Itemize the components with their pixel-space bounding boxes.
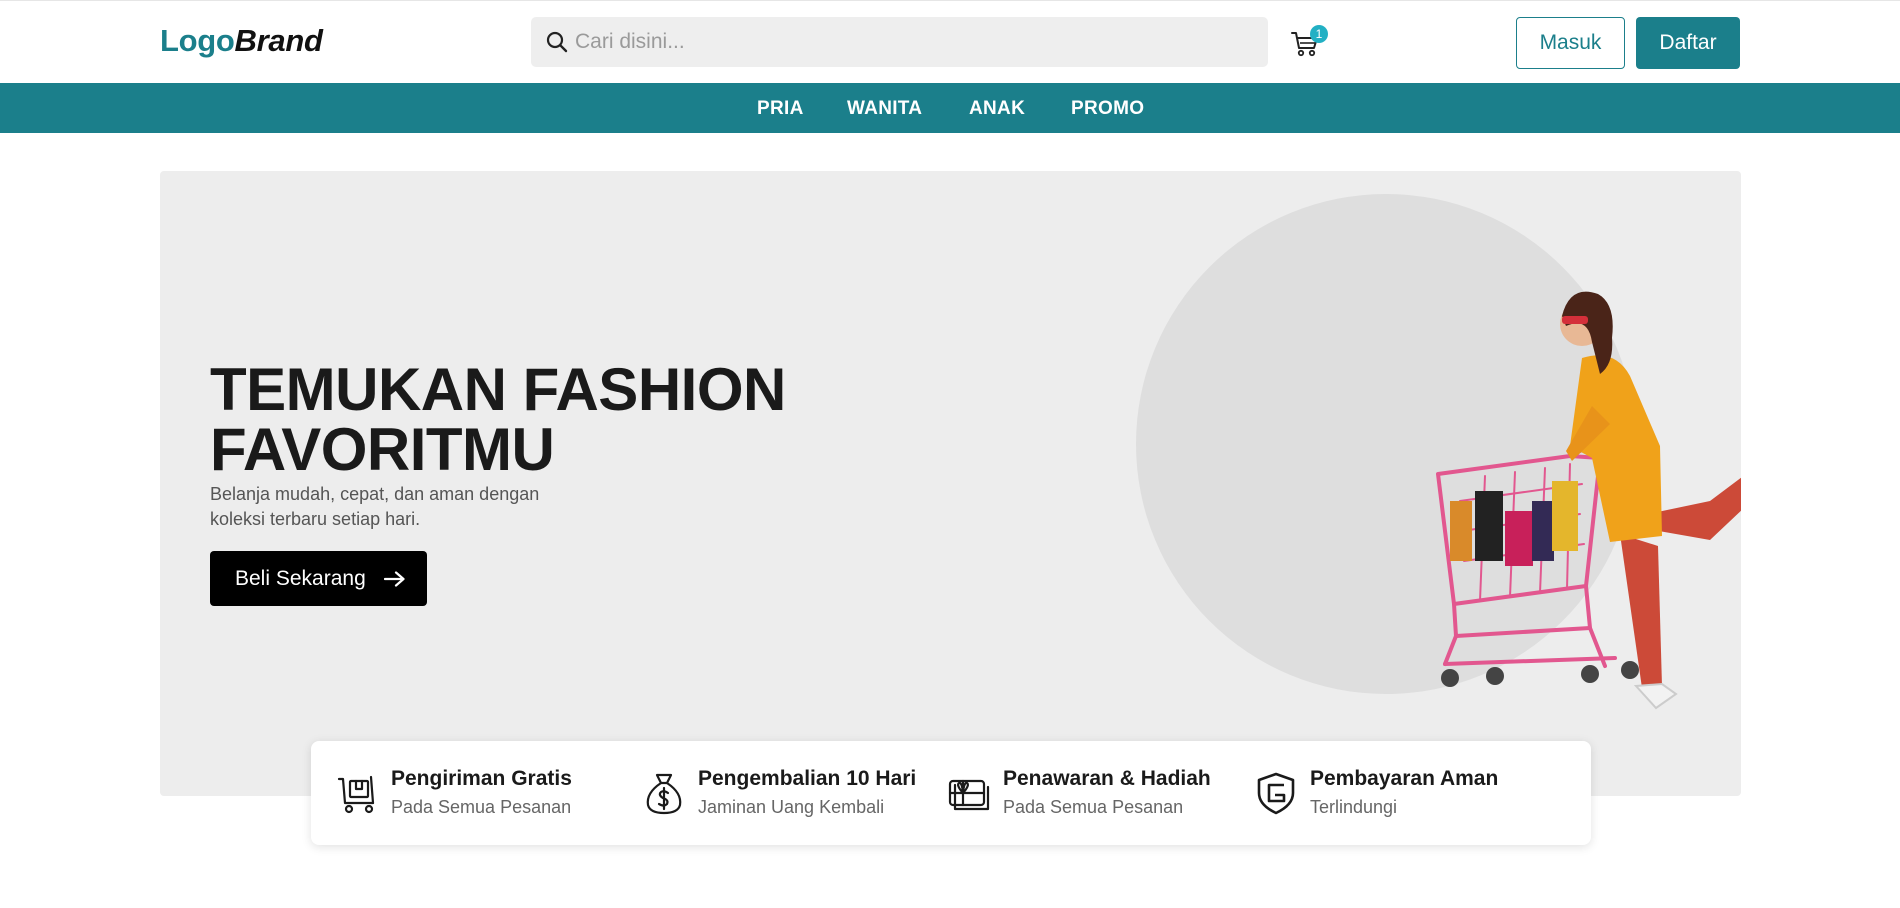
search-icon[interactable] — [545, 30, 569, 54]
feature-subtitle: Pada Semua Pesanan — [391, 797, 572, 817]
nav-item-anak[interactable]: ANAK — [969, 98, 1025, 120]
logo-text-secondary: Brand — [234, 23, 323, 58]
feature-free-shipping: Pengiriman Gratis Pada Semua Pesanan — [311, 741, 611, 845]
search-bar — [531, 17, 1268, 67]
feature-offers-gifts: Penawaran & Hadiah Pada Semua Pesanan — [923, 741, 1223, 845]
shop-now-button[interactable]: Beli Sekarang — [210, 551, 427, 606]
hero-subtitle-line2: koleksi terbaru setiap hari. — [210, 509, 421, 529]
hero-title-line2: FAVORITMU — [210, 416, 555, 483]
logo-text-primary: Logo — [160, 23, 235, 58]
hero-subtitle-line1: Belanja mudah, cepat, dan aman dengan — [210, 484, 540, 504]
hero-banner: TEMUKAN FASHION FAVORITMU Belanja mudah,… — [160, 171, 1741, 796]
login-button[interactable]: Masuk — [1516, 17, 1625, 69]
feature-title: Pengiriman Gratis — [391, 767, 572, 790]
nav-item-promo[interactable]: PROMO — [1071, 98, 1144, 120]
cart-count-badge: 1 — [1310, 25, 1328, 43]
nav-item-wanita[interactable]: WANITA — [847, 98, 922, 120]
feature-title: Pengembalian 10 Hari — [698, 767, 917, 790]
money-bag-icon — [646, 773, 682, 815]
feature-secure-payment: Pembayaran Aman Terlindungi — [1230, 741, 1530, 845]
cart-button[interactable]: 1 — [1290, 25, 1328, 59]
shop-now-label: Beli Sekarang — [235, 566, 366, 590]
search-input[interactable] — [575, 17, 1255, 67]
arrow-right-icon — [384, 571, 405, 587]
register-button[interactable]: Daftar — [1636, 17, 1740, 69]
features-bar: Pengiriman Gratis Pada Semua Pesanan Pen… — [311, 741, 1591, 845]
feature-subtitle: Pada Semua Pesanan — [1003, 797, 1184, 817]
feature-title: Penawaran & Hadiah — [1003, 767, 1211, 790]
brand-logo[interactable]: LogoBrand — [160, 23, 323, 59]
hero-shopping-woman-image — [1436, 291, 1741, 710]
hero-title-line1: TEMUKAN FASHION — [210, 356, 786, 423]
feature-money-back: Pengembalian 10 Hari Jaminan Uang Kembal… — [618, 741, 918, 845]
site-header: LogoBrand 1 Masuk Daftar — [0, 1, 1900, 83]
feature-subtitle: Jaminan Uang Kembali — [698, 797, 885, 817]
hero-subtitle: Belanja mudah, cepat, dan aman dengan ko… — [210, 482, 610, 532]
hero-title: TEMUKAN FASHION FAVORITMU — [210, 360, 910, 480]
feature-title: Pembayaran Aman — [1310, 767, 1499, 790]
gift-card-icon — [948, 779, 990, 811]
category-nav: PRIA WANITA ANAK PROMO — [0, 83, 1900, 133]
nav-item-pria[interactable]: PRIA — [757, 98, 804, 120]
delivery-cart-icon — [337, 775, 375, 814]
feature-subtitle: Terlindungi — [1310, 797, 1398, 817]
secure-shield-icon — [1257, 772, 1295, 815]
